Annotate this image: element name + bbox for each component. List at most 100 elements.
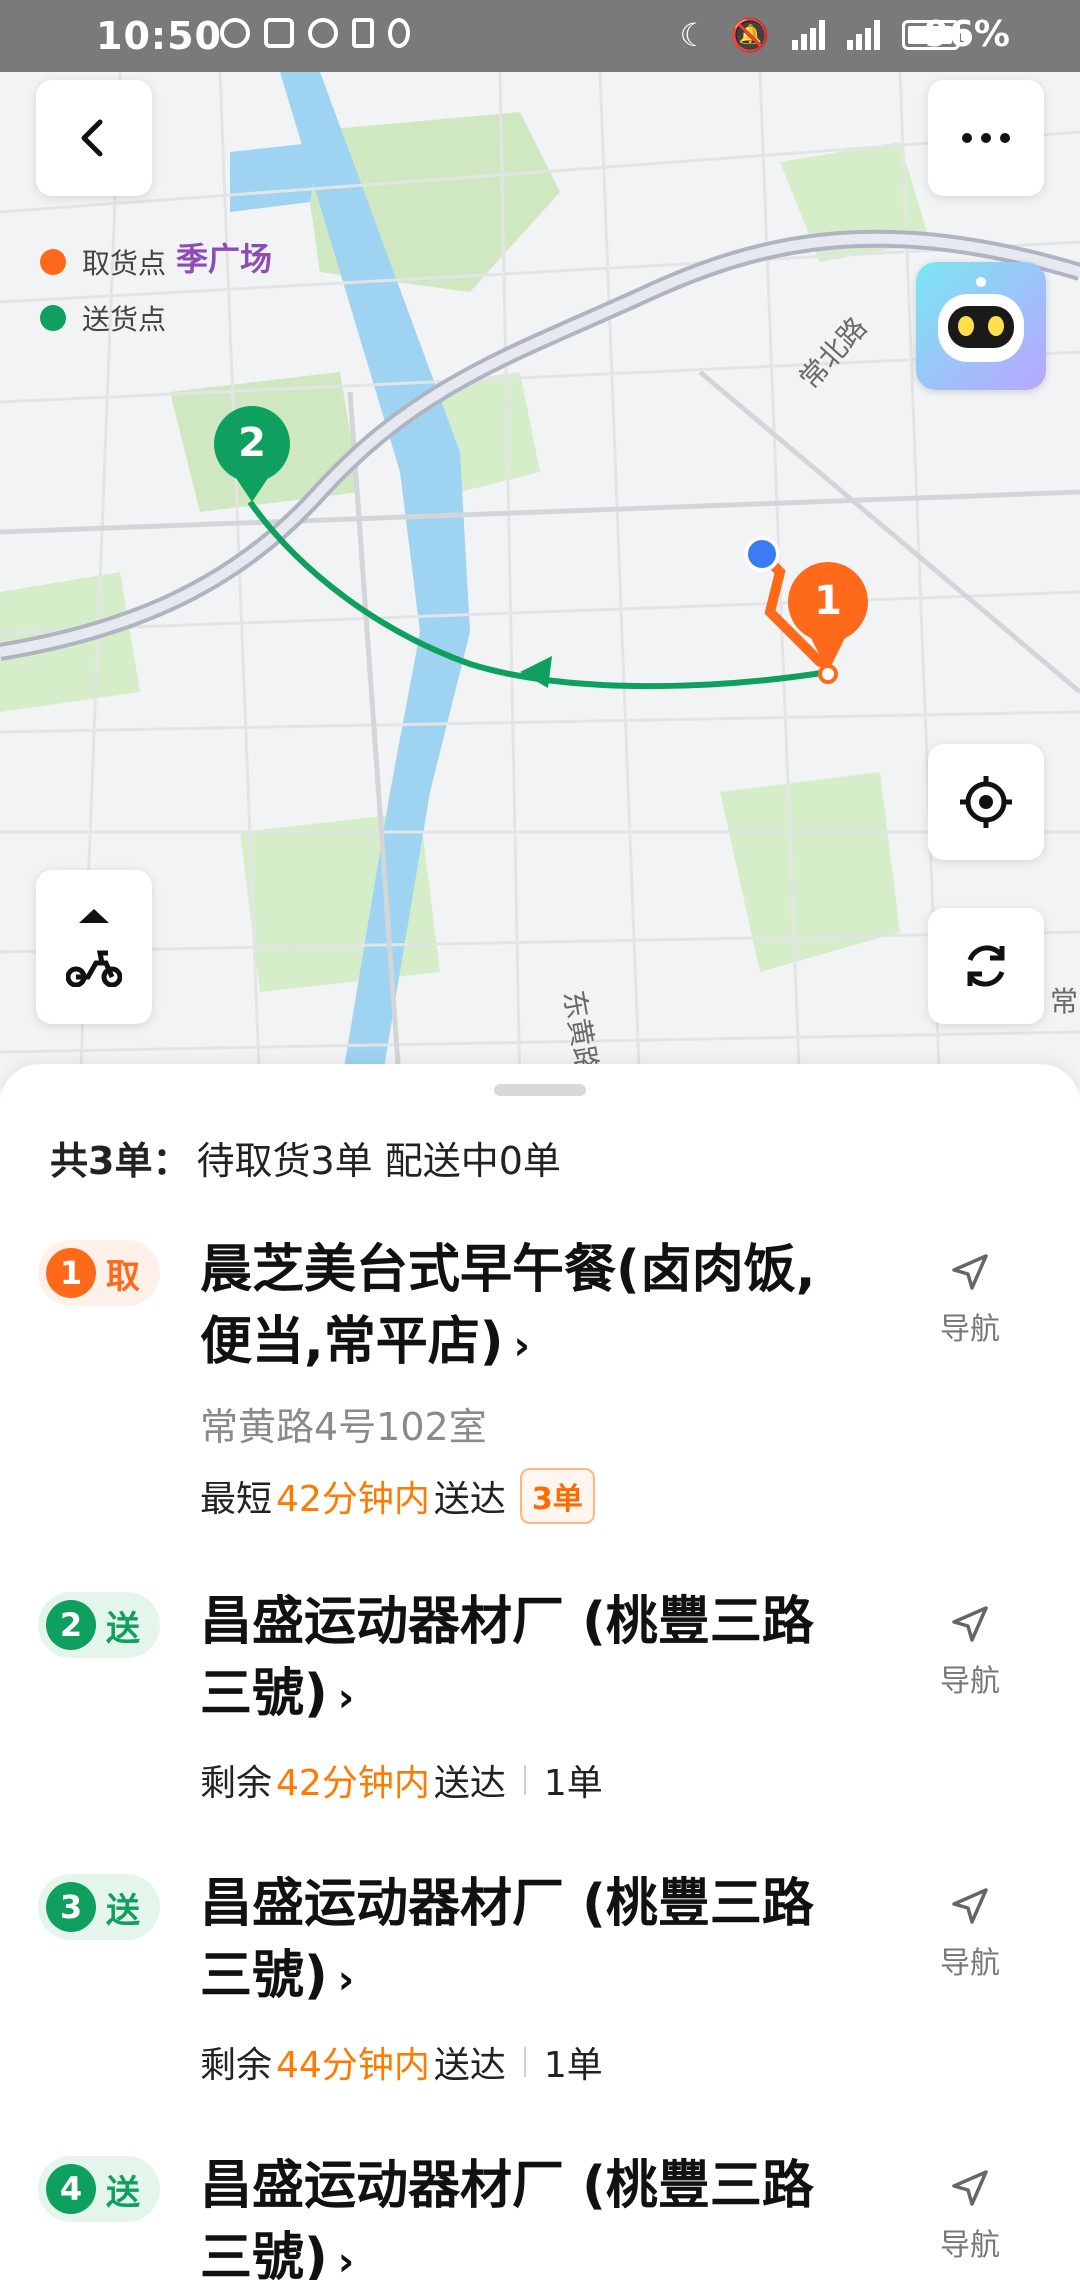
pickup-marker-number: 1 [814, 578, 842, 624]
order-eta: 剩余 44分钟内 送达 1单 [200, 2036, 603, 2088]
location-icon [388, 18, 410, 48]
alarm-icon [308, 18, 338, 48]
navigate-button[interactable]: 导航 [920, 1604, 1020, 1700]
speed-icon [220, 18, 250, 48]
status-bar: 10:50 ☾ 🔕 96% [0, 0, 1080, 72]
road-label-edge: 常 [1050, 985, 1079, 1018]
orders-detail: 待取货3单 配送中0单 [196, 1139, 561, 1183]
orange-dot-icon [40, 249, 66, 275]
refresh-button[interactable] [928, 908, 1044, 1024]
caret-up-icon [79, 909, 109, 923]
more-button[interactable] [928, 80, 1044, 196]
order-name-line2: 三號) [200, 1664, 328, 1724]
order-name-line2: 三號) [200, 1946, 328, 2006]
divider [523, 1765, 526, 1795]
chevron-right-icon: › [513, 1323, 531, 1369]
order-badge: 1 取 [38, 1240, 160, 1306]
order-kind: 取 [106, 1256, 140, 1297]
eta-time: 42分钟内 [276, 1763, 430, 1804]
navigate-label: 导航 [940, 1946, 1000, 1981]
scooter-icon [66, 950, 122, 987]
order-kind: 送 [106, 1890, 140, 1931]
order-kind: 送 [106, 1608, 140, 1649]
orders-total: 共3单： [50, 1139, 191, 1183]
more-dots-icon [962, 133, 1010, 143]
eta-suffix: 送达 [433, 1763, 506, 1804]
navigation-arrow-icon [952, 2170, 988, 2206]
order-kind: 送 [106, 2172, 140, 2213]
order-name-line1: 昌盛运动器材厂 (桃豐三路 [200, 2156, 814, 2216]
order-address: 常黄路4号102室 [200, 1405, 487, 1449]
chevron-right-icon: › [337, 1675, 355, 1721]
order-number: 1 [46, 1248, 96, 1298]
bluetooth-icon [352, 18, 374, 48]
order-badge: 3 送 [38, 1874, 160, 1940]
order-number: 3 [46, 1882, 96, 1932]
map-view[interactable]: 1 2 常北路 东黄路 常 [0, 72, 1080, 1092]
order-count: 1单 [543, 1763, 603, 1804]
eta-prefix: 剩余 [200, 2045, 273, 2086]
order-badge: 2 送 [38, 1592, 160, 1658]
divider [523, 2047, 526, 2077]
green-dot-icon [40, 305, 66, 331]
navigate-button[interactable]: 导航 [920, 2168, 1020, 2264]
sheet-drag-handle[interactable] [494, 1084, 586, 1096]
order-name-line1: 昌盛运动器材厂 (桃豐三路 [200, 1592, 814, 1652]
order-number: 4 [46, 2164, 96, 2214]
chevron-right-icon: › [337, 2239, 355, 2280]
navigate-label: 导航 [940, 1312, 1000, 1347]
mute-icon: 🔕 [730, 16, 770, 54]
map-poi-label: 季广场 [176, 240, 273, 278]
legend-pickup-label: 取货点 [82, 247, 167, 280]
navigation-arrow-icon [952, 1606, 988, 1642]
navigate-button[interactable]: 导航 [920, 1886, 1020, 1982]
order-item-3[interactable]: 3 送 昌盛运动器材厂 (桃豐三路 三號) › 剩余 44分钟内 送达 1单 导航 [0, 1868, 1080, 2118]
navigate-button[interactable]: 导航 [920, 1252, 1020, 1348]
order-name-line2: 便当,常平店) [200, 1312, 504, 1372]
order-count-tag: 3单 [519, 1468, 595, 1524]
eta-suffix: 送达 [433, 2045, 506, 2086]
order-name-line2: 三號) [200, 2228, 328, 2280]
eta-prefix: 剩余 [200, 1763, 273, 1804]
robot-icon [938, 277, 1024, 362]
assistant-robot-button[interactable] [916, 262, 1046, 390]
order-item-1[interactable]: 1 取 晨芝美台式早午餐(卤肉饭, 便当,常平店) › 常黄路4号102室 最短 … [0, 1234, 1080, 1534]
order-item-4[interactable]: 4 送 昌盛运动器材厂 (桃豐三路 三號) › 导航 [0, 2150, 1080, 2280]
signal-4g-icon [792, 20, 825, 50]
locate-button[interactable] [928, 744, 1044, 860]
order-store-name[interactable]: 晨芝美台式早午餐(卤肉饭, 便当,常平店) › [200, 1234, 860, 1382]
order-store-name[interactable]: 昌盛运动器材厂 (桃豐三路 三號) › [200, 2150, 860, 2280]
orders-summary: 共3单： 待取货3单 配送中0单 [50, 1130, 561, 1185]
status-system-icons: ☾ 🔕 [679, 16, 880, 54]
order-eta: 剩余 42分钟内 送达 1单 [200, 1754, 603, 1806]
moon-icon: ☾ [679, 16, 709, 54]
locate-crosshair-icon [960, 776, 1012, 828]
delivery-marker-number: 2 [238, 420, 266, 466]
signal-4g-icon-2 [847, 20, 880, 50]
order-number: 2 [46, 1600, 96, 1650]
order-eta: 最短 42分钟内 送达 3单 [200, 1468, 595, 1524]
status-time: 10:50 [96, 14, 222, 58]
orders-sheet[interactable]: 共3单： 待取货3单 配送中0单 1 取 晨芝美台式早午餐(卤肉饭, 便当,常平店… [0, 1064, 1080, 2280]
status-notification-icons [220, 18, 410, 48]
eta-time: 42分钟内 [276, 1479, 430, 1520]
chevron-left-icon [81, 119, 103, 157]
back-button[interactable] [36, 80, 152, 196]
eta-prefix: 最短 [200, 1479, 273, 1520]
battery-percentage: 96% [923, 14, 1010, 55]
navigate-label: 导航 [940, 1664, 1000, 1699]
map-legend: 取货点 送货点 [40, 234, 166, 346]
order-store-name[interactable]: 昌盛运动器材厂 (桃豐三路 三號) › [200, 1868, 860, 2016]
order-name-line1: 昌盛运动器材厂 (桃豐三路 [200, 1874, 814, 1934]
order-item-2[interactable]: 2 送 昌盛运动器材厂 (桃豐三路 三號) › 剩余 42分钟内 送达 1单 导航 [0, 1586, 1080, 1836]
order-count: 1单 [543, 2045, 603, 2086]
map-canvas [0, 72, 1080, 1092]
vehicle-mode-button[interactable] [36, 870, 152, 1024]
order-name-line1: 晨芝美台式早午餐(卤肉饭, [200, 1240, 816, 1300]
order-store-name[interactable]: 昌盛运动器材厂 (桃豐三路 三號) › [200, 1586, 860, 1734]
order-badge: 4 送 [38, 2156, 160, 2222]
eta-suffix: 送达 [433, 1479, 506, 1520]
legend-delivery-label: 送货点 [82, 303, 167, 336]
legend-pickup: 取货点 [40, 234, 166, 290]
navigation-arrow-icon [952, 1888, 988, 1924]
